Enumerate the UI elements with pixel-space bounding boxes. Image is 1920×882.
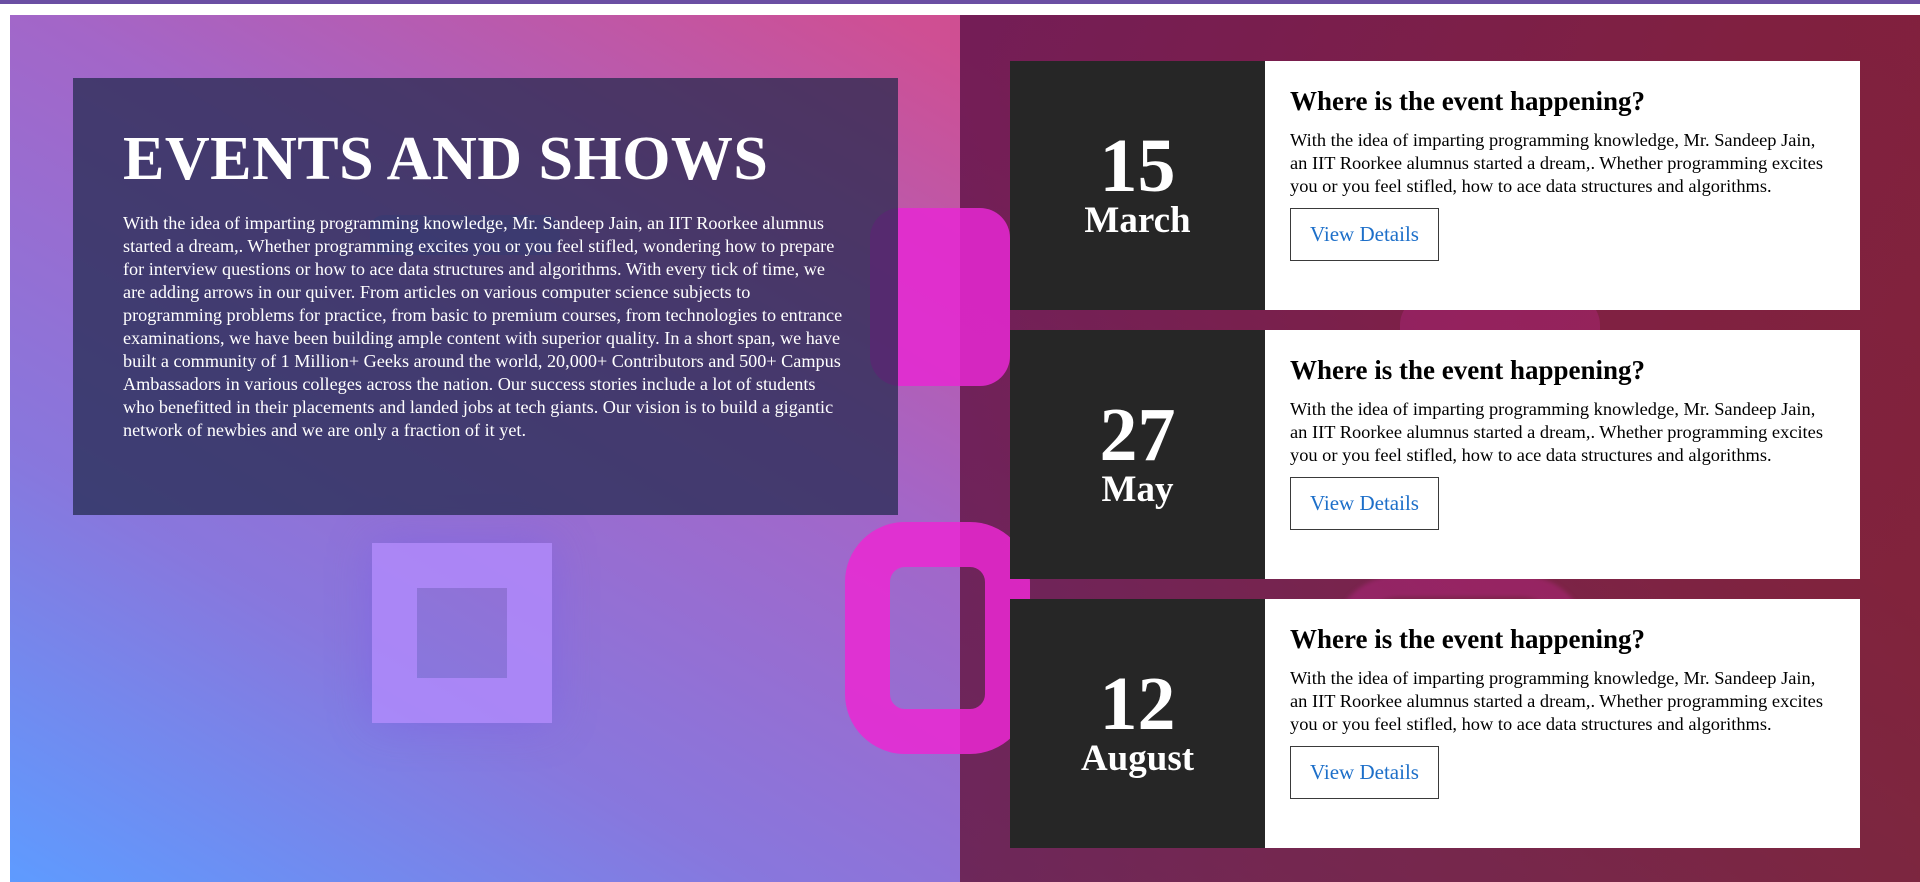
event-month: May: [1101, 468, 1174, 510]
event-card: 15 March Where is the event happening? W…: [1010, 61, 1860, 310]
event-description: With the idea of imparting programming k…: [1290, 668, 1823, 734]
event-info: Where is the event happening? With the i…: [1265, 61, 1860, 310]
event-day: 12: [1099, 661, 1176, 746]
decorative-square: [372, 543, 552, 723]
event-info: Where is the event happening? With the i…: [1265, 330, 1860, 579]
event-info: Where is the event happening? With the i…: [1265, 599, 1860, 848]
event-date: 27 May: [1010, 330, 1265, 579]
events-section: EVENTS AND SHOWS With the idea of impart…: [10, 15, 1920, 882]
intro-card: EVENTS AND SHOWS With the idea of impart…: [73, 78, 898, 515]
event-day: 27: [1099, 392, 1176, 477]
event-day: 15: [1099, 123, 1176, 208]
view-details-button[interactable]: View Details: [1290, 746, 1439, 799]
event-card: 27 May Where is the event happening? Wit…: [1010, 330, 1860, 579]
event-title: Where is the event happening?: [1290, 624, 1646, 654]
event-description: With the idea of imparting programming k…: [1290, 399, 1823, 465]
intro-description: With the idea of imparting programming k…: [123, 213, 843, 440]
page-title: EVENTS AND SHOWS: [123, 125, 769, 193]
view-details-button[interactable]: View Details: [1290, 208, 1439, 261]
top-strip: [0, 0, 1920, 4]
view-details-button[interactable]: View Details: [1290, 477, 1439, 530]
event-description: With the idea of imparting programming k…: [1290, 130, 1823, 196]
event-date: 12 August: [1010, 599, 1265, 848]
event-month: March: [1084, 199, 1191, 241]
event-list: 15 March Where is the event happening? W…: [1010, 61, 1860, 868]
event-date: 15 March: [1010, 61, 1265, 310]
event-title: Where is the event happening?: [1290, 86, 1646, 116]
event-title: Where is the event happening?: [1290, 355, 1646, 385]
decorative-pink-ring: [845, 522, 1030, 754]
event-month: August: [1080, 737, 1195, 779]
event-card: 12 August Where is the event happening? …: [1010, 599, 1860, 848]
